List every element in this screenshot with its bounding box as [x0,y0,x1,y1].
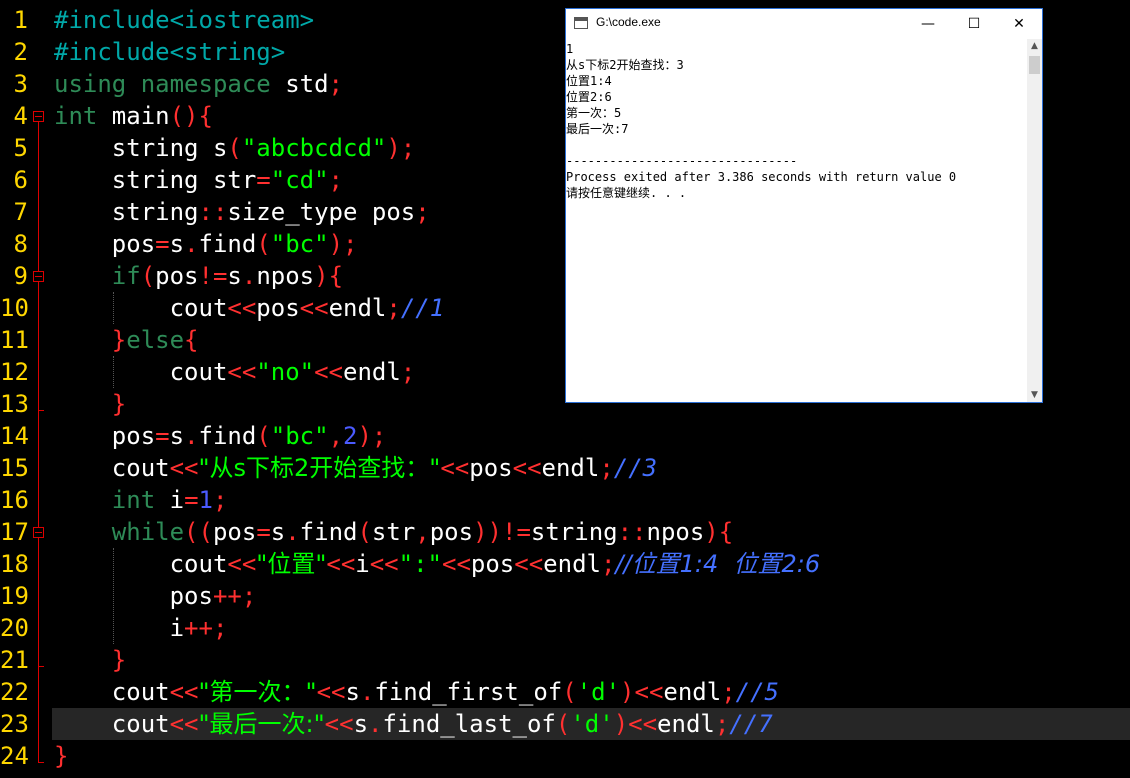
code-text: int i=1; [111,486,228,514]
line-number: 14 [0,422,29,450]
code-text: i++; [169,614,228,642]
code-line[interactable]: 14 pos=s.find("bc",2); [0,420,1130,452]
close-icon: ✕ [1013,16,1025,32]
console-line: 最后一次:7 [566,122,629,136]
console-title: G:\code.exe [596,15,661,29]
code-text: #include<string> [54,38,286,66]
fold-toggle-icon[interactable] [33,111,44,122]
fold-end-marker [38,762,44,763]
minimize-button[interactable]: — [905,9,951,39]
console-titlebar[interactable]: G:\code.exe — ☐ ✕ [566,9,1042,39]
code-text: } [111,646,127,674]
console-line: 位置2:6 [566,90,612,104]
console-scrollbar[interactable]: ▲ ▼ [1027,39,1042,402]
code-line[interactable]: 18 cout<<"位置"<<i<<":"<<pos<<endl;//位置1:4… [0,548,1130,580]
code-text: if(pos!=s.npos){ [111,262,344,290]
fold-toggle-icon[interactable] [33,527,44,538]
code-text: cout<<"位置"<<i<<":"<<pos<<endl;//位置1:4 位置… [169,550,821,578]
code-line[interactable]: 22 cout<<"第一次："<<s.find_first_of('d')<<e… [0,676,1130,708]
close-button[interactable]: ✕ [996,9,1042,39]
code-text: cout<<"第一次："<<s.find_first_of('d')<<endl… [111,678,780,706]
code-text: pos++; [169,582,257,610]
console-line: 位置1:4 [566,74,612,88]
line-number: 9 [13,262,28,290]
minimize-icon: — [921,16,935,32]
scroll-up-icon[interactable]: ▲ [1027,39,1042,53]
line-number: 23 [0,710,29,738]
code-text: #include<iostream> [54,6,315,34]
line-number: 3 [13,70,28,98]
console-line: 1 [566,42,574,56]
line-number: 17 [0,518,29,546]
fold-toggle-icon[interactable] [33,271,44,282]
code-line[interactable]: 21 } [0,644,1130,676]
scrollbar-thumb[interactable] [1029,56,1040,74]
code-text: cout<<"从s下标2开始查找："<<pos<<endl;//3 [111,454,658,482]
line-number: 21 [0,646,29,674]
line-number: 11 [0,326,29,354]
code-text: } [54,742,69,770]
line-number: 18 [0,550,29,578]
indent-guide [113,292,114,324]
code-line[interactable]: 17 while((pos=s.find(str,pos))!=string::… [0,516,1130,548]
line-number: 22 [0,678,29,706]
indent-guide [113,356,114,388]
line-number: 16 [0,486,29,514]
console-line: Process exited after 3.386 seconds with … [566,170,957,184]
console-window-icon [574,17,588,29]
code-text: } [111,390,127,418]
line-number: 4 [13,102,28,130]
code-text: }else{ [111,326,199,354]
line-number: 7 [13,198,28,226]
console-line: 第一次：5 [566,106,622,120]
maximize-button[interactable]: ☐ [951,9,997,39]
code-line[interactable]: 23 cout<<"最后一次:"<<s.find_last_of('d')<<e… [0,708,1130,740]
code-line[interactable]: 15 cout<<"从s下标2开始查找："<<pos<<endl;//3 [0,452,1130,484]
line-number: 20 [0,614,29,642]
code-text: pos=s.find("bc"); [111,230,358,258]
maximize-icon: ☐ [967,16,981,32]
code-line[interactable]: 20 i++; [0,612,1130,644]
code-text: while((pos=s.find(str,pos))!=string::npo… [111,518,734,546]
console-output[interactable]: 1 从s下标2开始查找：3 位置1:4 位置2:6 第一次：5 最后一次:7 -… [566,39,1027,402]
line-number: 6 [13,166,28,194]
code-text: cout<<"最后一次:"<<s.find_last_of('d')<<endl… [111,710,773,738]
code-text: string s("abcbcdcd"); [111,134,416,162]
code-line[interactable]: 16 int i=1; [0,484,1130,516]
code-text: pos=s.find("bc",2); [111,422,387,450]
line-number: 2 [13,38,28,66]
fold-end-marker [38,410,44,411]
code-text: using namespace std; [54,70,343,98]
line-number: 8 [13,230,28,258]
line-number: 10 [0,294,29,322]
line-number: 5 [13,134,28,162]
code-text: int main(){ [54,102,213,130]
line-number: 15 [0,454,29,482]
line-number: 19 [0,582,29,610]
code-text: cout<<"no"<<endl; [169,358,416,386]
line-number: 24 [0,742,29,770]
code-text: string str="cd"; [111,166,343,194]
line-number: 13 [0,390,29,418]
line-number: 12 [0,358,29,386]
code-line[interactable]: 24 } [0,740,1130,772]
console-window[interactable]: G:\code.exe — ☐ ✕ 1 从s下标2开始查找：3 位置1:4 位置… [565,8,1043,403]
console-separator: -------------------------------- [566,154,798,168]
console-line: 从s下标2开始查找：3 [566,58,684,72]
console-line: 请按任意键继续. . . [566,186,687,200]
scroll-down-icon[interactable]: ▼ [1027,388,1042,402]
code-text: string::size_type pos; [111,198,430,226]
code-line[interactable]: 19 pos++; [0,580,1130,612]
fold-end-marker [38,666,44,667]
line-number: 1 [13,6,28,34]
indent-guide [113,548,114,644]
